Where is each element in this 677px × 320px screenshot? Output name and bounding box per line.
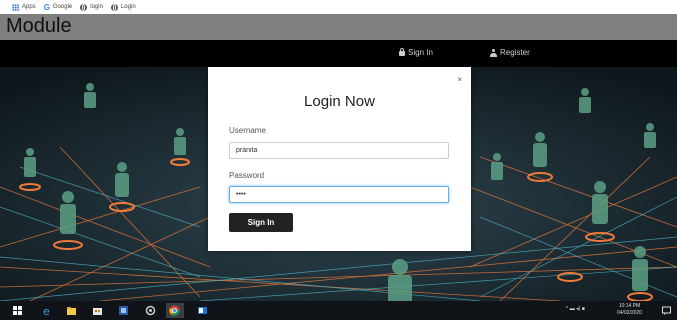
user-icon — [490, 48, 497, 57]
globe-icon — [80, 3, 88, 11]
nav-signin-link[interactable]: Sign In — [399, 48, 433, 57]
module-header: Module — [0, 14, 677, 40]
bookmark-label: Apps — [22, 4, 36, 10]
bookmark-label: Google — [52, 4, 73, 10]
bookmark-label: login — [90, 4, 103, 10]
edge-icon[interactable]: e — [42, 305, 53, 316]
bookmark-label: Login — [120, 4, 136, 10]
sign-in-button[interactable]: Sign In — [229, 213, 293, 232]
bookmark-login-lower[interactable]: login — [80, 3, 103, 11]
app-icon[interactable] — [118, 305, 129, 316]
username-field[interactable] — [229, 142, 449, 159]
windows-taskbar: e ^ ▬ ◂) ■ 10:14 PM 04/02/2020 — [0, 301, 677, 320]
settings-icon[interactable] — [145, 305, 156, 316]
chrome-icon — [169, 305, 180, 316]
bookmark-login-upper[interactable]: Login — [110, 3, 136, 11]
top-nav: Sign In Register — [0, 40, 677, 67]
google-icon: G — [43, 2, 50, 12]
tray-icons[interactable]: ^ ▬ ◂) ■ — [566, 306, 585, 313]
login-modal: × Login Now Username Password Sign In — [208, 67, 471, 251]
outlook-icon[interactable] — [197, 305, 208, 316]
nav-signin-label: Sign In — [408, 48, 433, 57]
modal-title: Login Now — [304, 93, 375, 110]
close-icon[interactable]: × — [457, 75, 462, 84]
file-explorer-icon[interactable] — [66, 305, 77, 316]
page-title: Module — [6, 15, 72, 37]
apps-icon — [12, 3, 19, 11]
svg-text:e: e — [43, 305, 50, 316]
lock-icon — [399, 48, 405, 56]
bookmark-apps[interactable]: Apps — [12, 3, 36, 11]
nav-register-link[interactable]: Register — [490, 48, 530, 57]
globe-icon — [110, 3, 118, 11]
notification-icon[interactable] — [661, 305, 672, 316]
password-label: Password — [229, 171, 265, 180]
windows-start-icon[interactable] — [12, 305, 23, 316]
bookmarks-bar: Apps G Google login Login — [0, 0, 677, 14]
store-icon[interactable] — [92, 305, 103, 316]
username-label: Username — [229, 126, 266, 135]
password-field[interactable] — [229, 186, 449, 203]
clock-time: 10:14 PM — [618, 303, 641, 309]
clock[interactable]: 10:14 PM 04/02/2020 — [617, 303, 642, 317]
bookmark-google[interactable]: G Google — [43, 2, 73, 12]
nav-register-label: Register — [500, 48, 530, 57]
chrome-taskbar-item[interactable] — [166, 303, 184, 318]
clock-date: 04/02/2020 — [617, 310, 643, 316]
